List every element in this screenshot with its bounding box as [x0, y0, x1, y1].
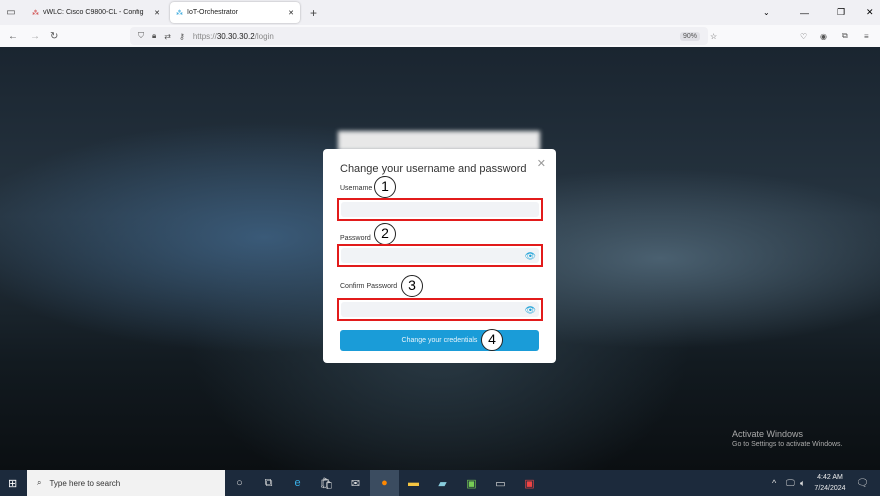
close-window-icon[interactable]: ✕ — [866, 7, 874, 18]
username-field[interactable] — [337, 198, 543, 221]
close-icon[interactable]: ✕ — [537, 157, 546, 170]
credentials-dialog: Change your username and password ✕ User… — [323, 149, 556, 363]
password-label: Password — [340, 235, 371, 242]
confirm-password-label: Confirm Password — [340, 283, 398, 290]
tab-bar: ▭ ⁂ vWLC: Cisco C9800-CL - Config ✕ ⁂ Io… — [0, 0, 880, 25]
show-confirm-password-eye-icon[interactable]: 👁︎ — [525, 305, 536, 316]
firefox-icon[interactable]: ● — [370, 470, 399, 496]
iot-favicon-icon: ⁂ — [176, 9, 183, 17]
clock[interactable]: 4:42 AM 7/24/2024 — [812, 472, 848, 494]
store-icon[interactable]: 🛍︎ — [312, 470, 341, 496]
blurred-card — [338, 131, 540, 151]
search-icon: ⌕ — [37, 478, 42, 487]
bookmark-star-icon[interactable]: ☆ — [710, 32, 717, 41]
extensions-icon[interactable]: ⧉ — [842, 31, 848, 41]
cortana-icon[interactable]: ○ — [225, 470, 254, 496]
start-windows-icon[interactable]: ⊞ — [8, 477, 17, 490]
show-password-eye-icon[interactable]: 👁︎ — [525, 251, 536, 262]
pocket-icon[interactable]: ♡ — [800, 32, 807, 41]
taskbar-search[interactable]: ⌕ Type here to search — [27, 470, 225, 496]
callout-4: 4 — [481, 329, 503, 351]
dialog-title: Change your username and password — [340, 163, 527, 175]
menu-icon[interactable]: ≡ — [864, 32, 869, 41]
task-view-icon[interactable]: ⧉ — [254, 470, 283, 496]
network-icon[interactable]: 🖵︎ — [786, 478, 795, 489]
permissions-icon[interactable]: ⇄ — [164, 32, 171, 41]
callout-1: 1 — [374, 176, 396, 198]
list-tabs-icon[interactable]: ⌄ — [763, 8, 770, 17]
back-icon[interactable]: ← — [8, 31, 18, 42]
change-credentials-button[interactable]: Change your credentials — [340, 330, 539, 351]
url-bar[interactable]: ⛉ 🔒︎ ⇄ ⚷ https://30.30.30.2/login 90% ☆ — [130, 27, 717, 45]
key-icon[interactable]: ⚷ — [179, 32, 185, 41]
notepad-icon[interactable]: ▰ — [428, 470, 457, 496]
page-background: Change your username and password ✕ User… — [0, 47, 880, 470]
close-tab-icon[interactable]: ✕ — [288, 9, 294, 17]
notifications-icon[interactable]: 🗨︎ — [856, 478, 869, 489]
forward-icon[interactable]: → — [30, 31, 40, 42]
activate-windows-watermark: Activate Windows Go to Settings to activ… — [732, 429, 843, 448]
callout-2: 2 — [374, 223, 396, 245]
tab-vwlc[interactable]: ⁂ vWLC: Cisco C9800-CL - Config ✕ — [26, 2, 166, 23]
confirm-password-field[interactable]: 👁︎ — [337, 298, 543, 321]
terminal-icon[interactable]: ▭ — [486, 470, 515, 496]
shield-icon[interactable]: ⛉ — [138, 31, 144, 41]
close-tab-icon[interactable]: ✕ — [154, 9, 160, 17]
callout-3: 3 — [401, 275, 423, 297]
username-label: Username — [340, 185, 373, 192]
new-tab-icon[interactable]: + — [310, 6, 317, 20]
lock-icon[interactable]: 🔒︎ — [152, 31, 156, 41]
restore-icon[interactable]: ❐ — [837, 7, 845, 18]
mail-icon[interactable]: ✉ — [341, 470, 370, 496]
edge-icon[interactable]: e — [283, 470, 312, 496]
reload-icon[interactable]: ↻ — [50, 31, 58, 42]
image-app-icon[interactable]: ▣ — [457, 470, 486, 496]
zoom-level[interactable]: 90% — [680, 31, 701, 41]
volume-icon[interactable]: 🔈︎ — [800, 478, 805, 489]
password-field[interactable]: 👁︎ — [337, 244, 543, 267]
nav-bar: ← → ↻ ⛉ 🔒︎ ⇄ ⚷ https://30.30.30.2/login … — [0, 25, 880, 47]
cisco-favicon-icon: ⁂ — [32, 9, 39, 17]
tab-iot-orchestrator[interactable]: ⁂ IoT-Orchestrator ✕ — [170, 2, 300, 23]
show-hidden-icons[interactable]: ^ — [772, 478, 776, 488]
tab-list-icon[interactable]: ▭ — [0, 7, 22, 18]
taskbar: ⊞ ⌕ Type here to search ○ ⧉ e 🛍︎ ✉ ● ▬ ▰… — [0, 470, 880, 496]
network-app-icon[interactable]: ▣ — [515, 470, 544, 496]
account-icon[interactable]: ◉ — [820, 32, 827, 41]
minimize-icon[interactable]: — — [800, 8, 809, 18]
file-explorer-icon[interactable]: ▬ — [399, 470, 428, 496]
